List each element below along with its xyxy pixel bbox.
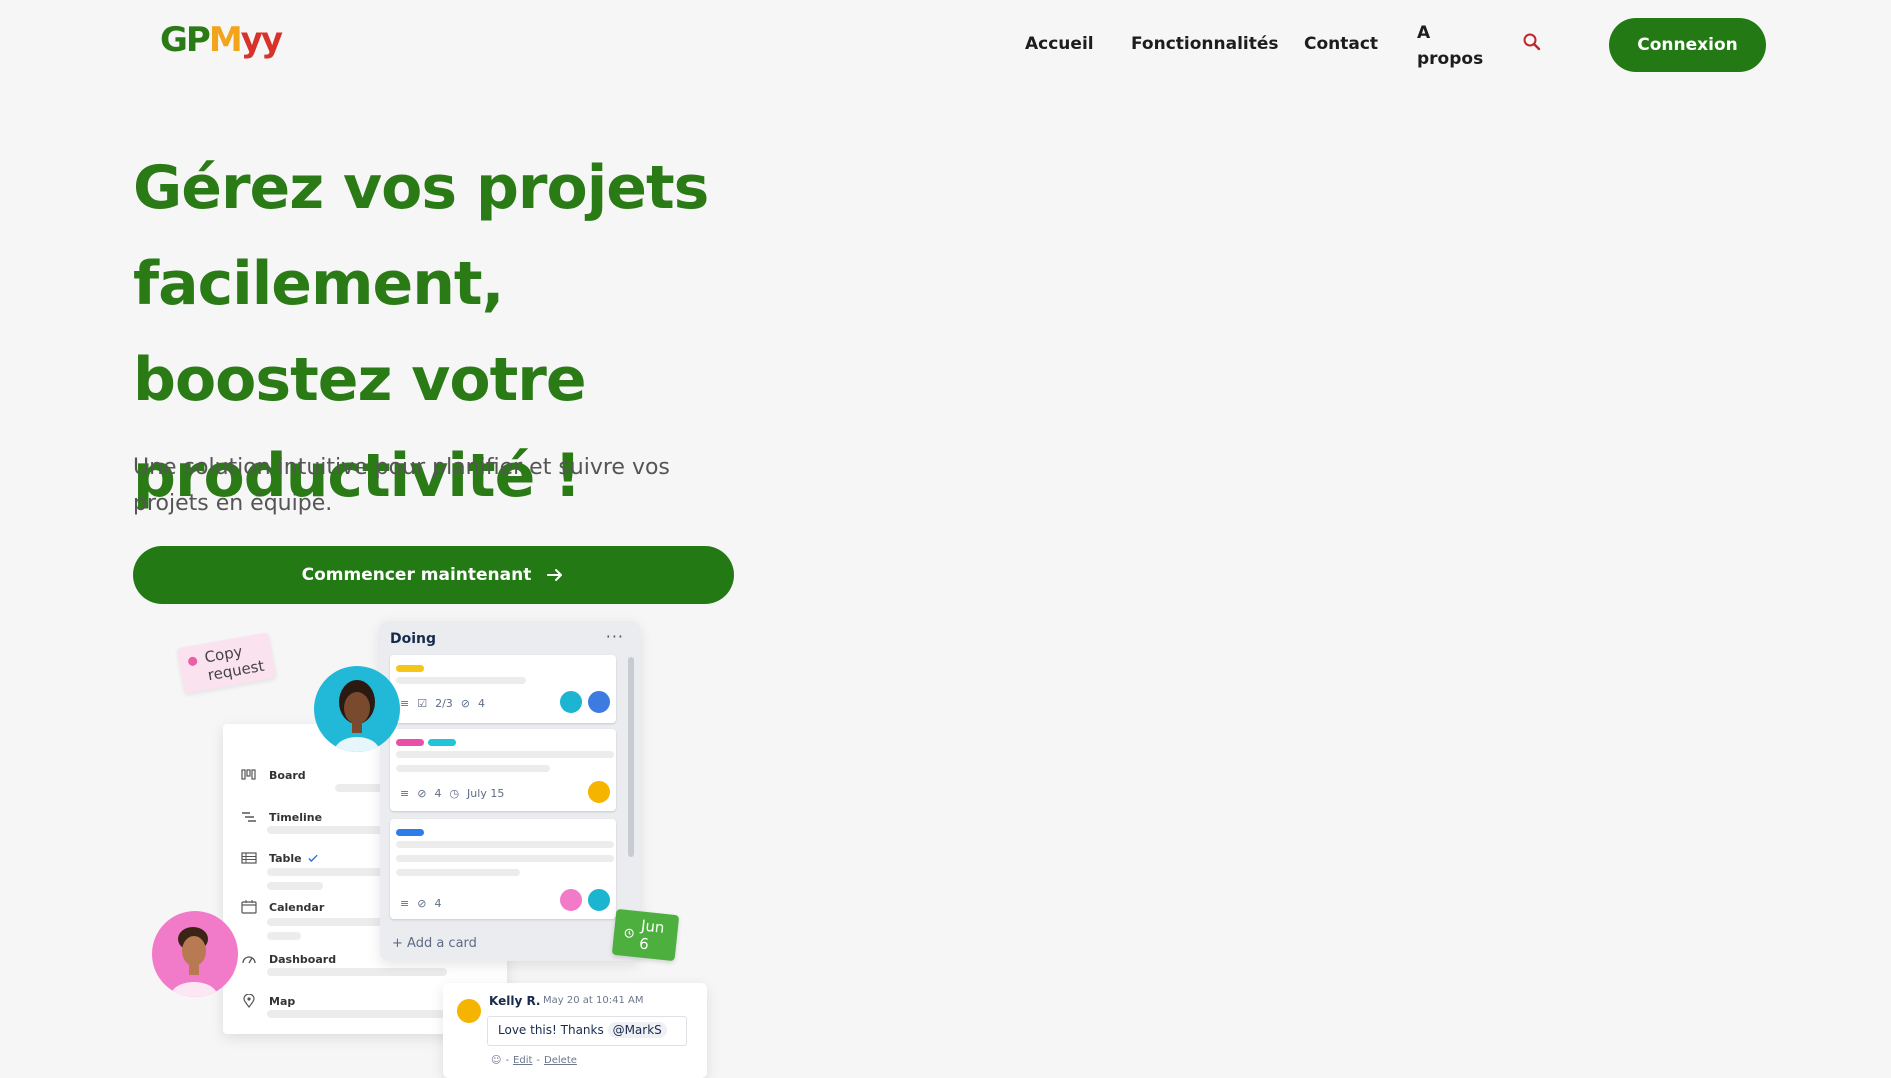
start-now-label: Commencer maintenant	[301, 565, 532, 585]
search-icon[interactable]	[1522, 32, 1542, 52]
map-pin-icon	[243, 994, 255, 1008]
card-meta: ≡ ⊘ 4 ◷ July 15	[400, 787, 504, 800]
comment-box: Kelly R. May 20 at 10:41 AM Love this! T…	[443, 983, 707, 1078]
column-menu-icon: ···	[605, 627, 624, 646]
board-icon	[241, 769, 256, 780]
sidebar-item-timeline: Timeline	[241, 810, 322, 824]
copy-request-tag: Copy request	[176, 632, 277, 694]
due-date-tag: Jun 6	[611, 908, 680, 962]
sidebar-item-label: Table	[269, 851, 302, 865]
description-icon: ≡	[400, 787, 410, 800]
comment-author: Kelly R.	[489, 994, 541, 1008]
logo-part-m: M	[208, 20, 243, 60]
sidebar-item-label: Dashboard	[269, 952, 337, 966]
checkmark-icon	[307, 854, 318, 862]
attachment-icon: ⊘	[417, 897, 427, 910]
separator: -	[536, 1055, 541, 1066]
table-icon	[241, 852, 257, 864]
dashboard-icon	[242, 956, 256, 964]
attachment-count: 4	[434, 897, 442, 910]
logo-part-yy: yy	[240, 20, 283, 60]
avatar	[455, 997, 483, 1025]
card-label	[396, 829, 424, 836]
due-date: July 15	[467, 787, 505, 800]
skeleton-line	[267, 968, 447, 976]
column-scrollbar	[628, 657, 634, 857]
sidebar-item-label: Timeline	[269, 810, 323, 824]
skeleton-line	[396, 841, 614, 848]
clock-icon: ◷	[449, 787, 460, 800]
hero-subtitle: Une solution intuitive pour planifier et…	[133, 455, 670, 516]
skeleton-line	[396, 765, 550, 772]
comment-timestamp: May 20 at 10:41 AM	[543, 995, 644, 1006]
comment-mention: @MarkS	[607, 1022, 667, 1038]
sidebar-item-map: Map	[241, 994, 295, 1008]
calendar-icon	[241, 900, 257, 914]
person-illustration	[170, 927, 218, 997]
skeleton-line	[396, 869, 520, 876]
nav-link-fonctionnalites[interactable]: Fonctionnalités	[1131, 34, 1279, 54]
person-illustration	[334, 680, 380, 752]
add-card-button: + Add a card	[392, 936, 477, 951]
attachment-count: 4	[434, 787, 442, 800]
due-date-label: Jun 6	[638, 916, 666, 954]
emoji-icon: ☺	[491, 1055, 502, 1066]
sidebar-item-dashboard: Dashboard	[241, 952, 336, 966]
description-icon: ≡	[400, 697, 410, 710]
checklist-count: 2/3	[435, 697, 453, 710]
card-label	[428, 739, 456, 746]
clock-icon	[624, 928, 634, 938]
card-meta: ≡ ⊘ 4	[400, 897, 441, 910]
comment-actions: ☺ - Edit - Delete	[491, 1055, 577, 1066]
card-label	[396, 739, 424, 746]
task-card: ≡ ⊘ 4	[390, 819, 616, 919]
comment-body: Love this! Thanks	[498, 1023, 604, 1037]
avatar	[558, 689, 584, 715]
card-meta: ≡ ☑ 2/3 ⊘ 4	[400, 697, 485, 710]
skeleton-line	[396, 751, 614, 758]
sidebar-item-table: Table	[241, 851, 318, 865]
nav-link-a-propos[interactable]: A propos	[1417, 20, 1487, 72]
doing-column: Doing ··· ≡ ☑ 2/3 ⊘ 4 ≡ ⊘ 4 ◷ July 15 ≡ …	[380, 621, 640, 961]
comment-text: Love this! Thanks @MarkS	[487, 1016, 687, 1046]
separator: -	[505, 1055, 510, 1066]
avatar	[586, 887, 612, 913]
login-button[interactable]: Connexion	[1609, 18, 1766, 72]
skeleton-line	[267, 1010, 447, 1018]
attachment-icon: ⊘	[460, 697, 471, 710]
avatar	[586, 779, 612, 805]
sidebar-item-calendar: Calendar	[241, 900, 324, 914]
avatar	[314, 666, 400, 752]
nav-link-accueil[interactable]: Accueil	[1025, 34, 1094, 54]
checklist-icon: ☑	[417, 697, 428, 710]
comment-edit-link: Edit	[513, 1055, 533, 1066]
skeleton-line	[396, 677, 526, 684]
card-label	[396, 665, 424, 672]
arrow-right-icon	[547, 569, 563, 581]
attachment-icon: ⊘	[417, 787, 427, 800]
sidebar-item-label: Calendar	[269, 900, 325, 914]
attachment-count: 4	[478, 697, 486, 710]
sidebar-item-label: Map	[269, 994, 296, 1008]
task-card: ≡ ⊘ 4 ◷ July 15	[390, 729, 616, 811]
logo[interactable]: GPMyy	[160, 20, 283, 60]
skeleton-line	[396, 855, 614, 862]
avatar	[586, 689, 612, 715]
column-title: Doing	[390, 631, 437, 647]
task-card: ≡ ☑ 2/3 ⊘ 4	[390, 655, 616, 723]
skeleton-line	[267, 882, 323, 890]
timeline-icon	[242, 812, 256, 822]
comment-delete-link: Delete	[544, 1055, 577, 1066]
avatar	[152, 911, 238, 997]
nav-link-contact[interactable]: Contact	[1304, 34, 1378, 54]
avatar	[558, 887, 584, 913]
logo-part-gp: GP	[160, 20, 211, 60]
sidebar-item-board: Board	[241, 768, 306, 782]
start-now-button[interactable]: Commencer maintenant	[133, 546, 734, 604]
description-icon: ≡	[400, 897, 410, 910]
sidebar-item-label: Board	[269, 768, 306, 782]
skeleton-line	[267, 932, 301, 940]
